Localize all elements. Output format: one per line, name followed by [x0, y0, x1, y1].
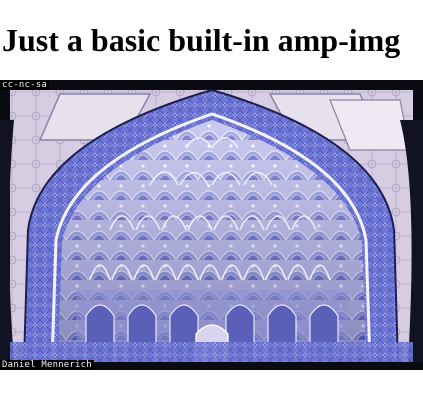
- mosque-iwan-photo-icon: [0, 80, 423, 370]
- page-title: Just a basic built-in amp-img: [2, 22, 401, 58]
- author-credit-label: Daniel Mennerich: [0, 360, 94, 370]
- amp-image: cc-nc-sa Daniel Mennerich: [0, 80, 423, 370]
- license-label: cc-nc-sa: [0, 80, 49, 90]
